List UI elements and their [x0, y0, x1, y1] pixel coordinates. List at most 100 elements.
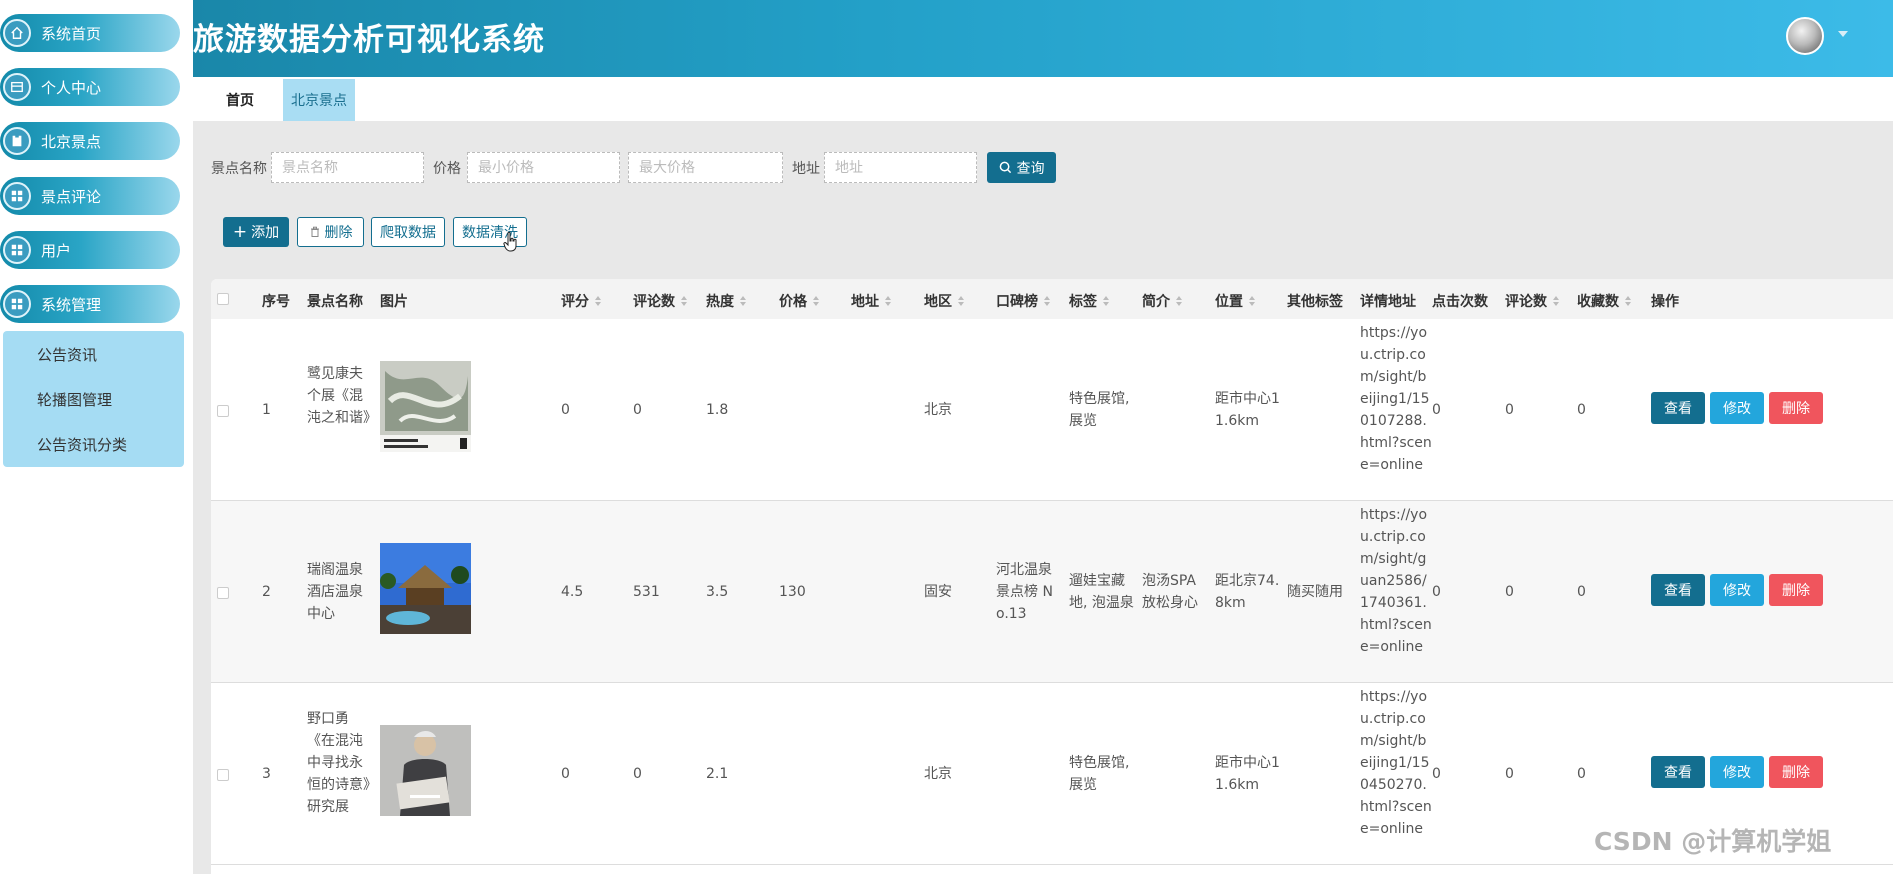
col-address[interactable]: 地址 [851, 291, 891, 311]
max-price-input[interactable] [628, 152, 783, 183]
sidebar-item-label: 系统首页 [41, 24, 102, 43]
row-checkbox[interactable] [217, 587, 229, 599]
spot-name-input[interactable] [271, 152, 424, 183]
col-favorites[interactable]: 收藏数 [1577, 291, 1631, 311]
row-checkbox[interactable] [217, 405, 229, 417]
sidebar-item-system[interactable]: 系统管理 [0, 285, 180, 323]
sort-icon [681, 296, 687, 306]
sort-icon [740, 296, 746, 306]
cell-tags: 遛娃宝藏地, 泡温泉 [1069, 573, 1134, 611]
cell-rating: 4.5 [561, 584, 584, 600]
edit-button[interactable]: 修改 [1710, 392, 1764, 424]
cell-comments: 531 [633, 584, 660, 600]
trash-icon [310, 226, 319, 237]
table-row: 1 鹭见康夫个展《混沌之和谐》 0 0 1.8 北京 特色展馆,展览 距市中心1… [211, 319, 1893, 501]
cell-rating: 0 [561, 766, 570, 782]
delete-button[interactable]: 删除 [1769, 392, 1823, 424]
view-button[interactable]: 查看 [1651, 756, 1705, 788]
cell-name: 鹭见康夫个展《混沌之和谐》 [307, 366, 377, 426]
batch-delete-label: 删除 [324, 225, 353, 241]
cell-clicks: 0 [1432, 766, 1441, 782]
cell-favorites: 0 [1577, 584, 1586, 600]
hand-cursor-icon [503, 231, 517, 252]
address-input[interactable] [824, 152, 977, 183]
cell-name: 野口勇《在混沌中寻找永恒的诗意》研究展 [307, 711, 370, 815]
view-button[interactable]: 查看 [1651, 392, 1705, 424]
profile-icon [3, 73, 31, 101]
edit-button[interactable]: 修改 [1710, 756, 1764, 788]
cell-comments: 0 [633, 766, 642, 782]
sidebar-item-users[interactable]: 用户 [0, 231, 180, 269]
cell-location: 距北京74.8km [1215, 573, 1280, 611]
cell-index: 1 [262, 402, 271, 418]
edit-button[interactable]: 修改 [1710, 574, 1764, 606]
query-button[interactable]: 查询 [987, 152, 1056, 183]
min-price-input[interactable] [467, 152, 620, 183]
col-tags[interactable]: 标签 [1069, 291, 1109, 311]
sort-icon [1103, 296, 1109, 306]
col-rating[interactable]: 评分 [561, 291, 601, 311]
cell-rating: 0 [561, 402, 570, 418]
tab-home[interactable]: 首页 [221, 79, 259, 121]
table-header: 序号 景点名称 图片 评分 评论数 热度 价格 地址 地区 口碑榜 标签 简介 … [211, 279, 1893, 319]
col-comment-count-label: 评论数 [1505, 294, 1547, 310]
col-detail-url: 详情地址 [1360, 294, 1416, 310]
sort-icon [958, 296, 964, 306]
col-price[interactable]: 价格 [779, 291, 819, 311]
spots-table: 序号 景点名称 图片 评分 评论数 热度 价格 地址 地区 口碑榜 标签 简介 … [211, 279, 1893, 874]
col-intro[interactable]: 简介 [1142, 291, 1182, 311]
col-image: 图片 [380, 294, 408, 310]
select-all-checkbox[interactable] [217, 293, 229, 305]
cell-comment-count: 0 [1505, 402, 1514, 418]
submenu-item-carousel[interactable]: 轮播图管理 [37, 389, 112, 410]
cell-intro: 泡汤SPA放松身心 [1142, 573, 1198, 611]
submenu-item-notices[interactable]: 公告资讯 [37, 344, 97, 365]
delete-button[interactable]: 删除 [1769, 756, 1823, 788]
submenu-item-notice-category[interactable]: 公告资讯分类 [37, 434, 127, 455]
watermark: CSDN @计算机学姐 [1594, 827, 1832, 856]
cell-detail-url: https://you.ctrip.com/sight/guan2586/174… [1360, 507, 1432, 655]
artist-portrait-image [380, 725, 471, 816]
row-checkbox[interactable] [217, 769, 229, 781]
tab-beijing-spots[interactable]: 北京景点 [283, 79, 355, 121]
col-intro-label: 简介 [1142, 294, 1170, 310]
col-heat[interactable]: 热度 [706, 291, 746, 311]
crawl-data-button[interactable]: 爬取数据 [371, 217, 445, 247]
sidebar-item-label: 系统管理 [41, 295, 102, 314]
col-ranking[interactable]: 口碑榜 [996, 291, 1050, 311]
avatar[interactable] [1786, 17, 1824, 55]
cell-favorites: 0 [1577, 766, 1586, 782]
caret-down-icon[interactable] [1838, 31, 1848, 37]
grid-icon [3, 290, 31, 318]
exhibition-poster-image [380, 361, 471, 452]
spot-name-label: 景点名称 [211, 161, 267, 177]
sidebar-item-profile[interactable]: 个人中心 [0, 68, 180, 106]
col-region-label: 地区 [924, 294, 952, 310]
cell-comment-count: 0 [1505, 584, 1514, 600]
cell-index: 3 [262, 766, 271, 782]
col-comments[interactable]: 评论数 [633, 291, 687, 311]
sort-icon [1044, 296, 1050, 306]
col-tags-label: 标签 [1069, 294, 1097, 310]
cell-region: 北京 [924, 766, 952, 782]
price-label: 价格 [433, 161, 461, 177]
col-region[interactable]: 地区 [924, 291, 964, 311]
sidebar-item-spot-comments[interactable]: 景点评论 [0, 177, 180, 215]
col-comments-label: 评论数 [633, 294, 675, 310]
address-label: 地址 [792, 161, 820, 177]
add-button-label: 添加 [251, 225, 280, 241]
sidebar-item-beijing-spots[interactable]: 北京景点 [0, 122, 180, 160]
add-button[interactable]: + 添加 [223, 217, 289, 247]
view-button[interactable]: 查看 [1651, 574, 1705, 606]
cell-favorites: 0 [1577, 402, 1586, 418]
sidebar-item-home[interactable]: 系统首页 [0, 14, 180, 52]
delete-button[interactable]: 删除 [1769, 574, 1823, 606]
sidebar: 系统首页 个人中心 北京景点 景点评论 用户 系统管理 公告资讯 轮播图管理 公… [0, 0, 193, 874]
col-heat-label: 热度 [706, 294, 734, 310]
col-location-label: 位置 [1215, 294, 1243, 310]
col-comment-count[interactable]: 评论数 [1505, 291, 1559, 311]
sidebar-item-label: 用户 [41, 241, 72, 260]
sort-icon [1553, 296, 1559, 306]
batch-delete-button[interactable]: 删除 [297, 217, 364, 247]
col-location[interactable]: 位置 [1215, 291, 1255, 311]
